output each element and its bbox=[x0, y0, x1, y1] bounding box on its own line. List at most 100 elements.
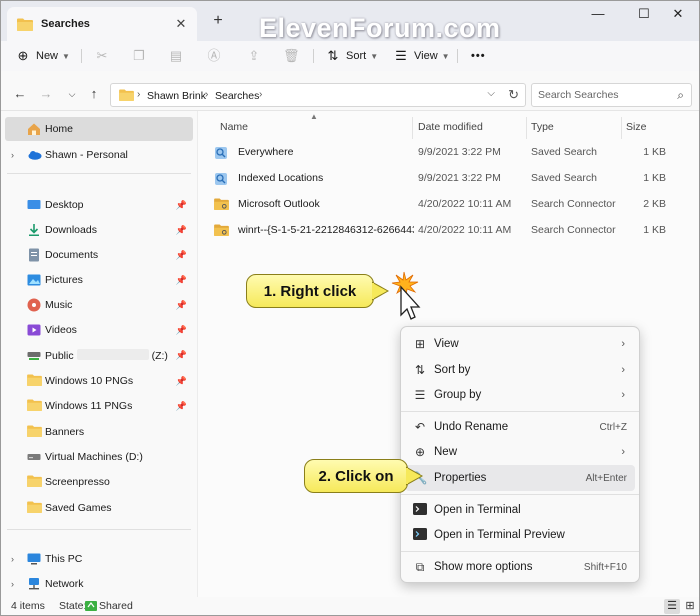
public-drive-letter: (Z:) bbox=[151, 349, 168, 362]
breadcrumb-shawn-brink[interactable]: Shawn Brink bbox=[147, 90, 206, 102]
sidebar-item-downloads[interactable]: Downloads 📌 bbox=[5, 218, 193, 242]
menu-item-new[interactable]: ⊕ New › bbox=[405, 439, 635, 465]
menu-item-group-by[interactable]: ☰ Group by › bbox=[405, 382, 635, 408]
share-button[interactable]: ⇪ bbox=[246, 46, 267, 66]
state-value: Shared bbox=[99, 600, 133, 612]
more-options-button[interactable]: ••• bbox=[471, 46, 486, 66]
download-icon bbox=[27, 223, 41, 237]
chevron-right-icon: › bbox=[259, 89, 263, 100]
column-name-label: Name bbox=[220, 121, 249, 133]
network-drive-icon bbox=[27, 348, 41, 362]
sidebar-item-videos[interactable]: Videos 📌 bbox=[5, 318, 193, 342]
sidebar-item-windows-10-pngs[interactable]: Windows 10 PNGs 📌 bbox=[5, 369, 193, 393]
chevron-down-icon[interactable]: ⌵ bbox=[487, 88, 495, 99]
menu-item-sort-label: Sort by bbox=[434, 364, 471, 376]
close-window-icon[interactable]: ✕ bbox=[655, 3, 699, 27]
folder-icon bbox=[17, 18, 33, 31]
sidebar-item-public-drive[interactable]: Public (Z:) 📌 bbox=[5, 343, 193, 367]
watermark: ElevenForum.com bbox=[259, 13, 501, 43]
pin-icon: 📌 bbox=[175, 199, 187, 210]
undo-icon: ↶ bbox=[414, 420, 426, 434]
sort-ascending-icon: ▲ bbox=[310, 112, 318, 121]
paste-button[interactable]: ▤ bbox=[168, 46, 189, 66]
video-icon bbox=[27, 323, 41, 337]
menu-item-open-terminal[interactable]: Open in Terminal bbox=[405, 497, 635, 523]
search-box[interactable]: ⌕ bbox=[531, 83, 692, 107]
menu-item-undo-rename[interactable]: ↶ Undo Rename Ctrl+Z bbox=[405, 414, 635, 440]
shortcut-label: Ctrl+Z bbox=[599, 421, 628, 433]
large-icons-view-icon[interactable]: ⊞ bbox=[682, 599, 698, 614]
sidebar-item-music[interactable]: Music 📌 bbox=[5, 293, 193, 317]
menu-item-sort-by[interactable]: ⇅ Sort by › bbox=[405, 357, 635, 383]
sidebar-item-this-pc[interactable]: › This PC bbox=[5, 547, 193, 571]
divider bbox=[457, 49, 458, 63]
recent-locations-icon[interactable]: ⌵ bbox=[63, 86, 81, 102]
sidebar-item-pictures[interactable]: Pictures 📌 bbox=[5, 268, 193, 292]
menu-item-open-terminal-preview[interactable]: Open in Terminal Preview bbox=[405, 522, 635, 548]
forward-arrow-icon[interactable]: → bbox=[37, 86, 55, 102]
search-icon: ⌕ bbox=[677, 88, 684, 102]
column-header-name[interactable]: Name bbox=[220, 121, 248, 133]
file-size: 2 KB bbox=[643, 198, 666, 210]
back-arrow-icon[interactable]: ← bbox=[11, 86, 29, 102]
sidebar-item-documents[interactable]: Documents 📌 bbox=[5, 243, 193, 267]
new-button[interactable]: ⊕ New ▼ bbox=[15, 46, 70, 66]
new-tab-button[interactable]: + bbox=[209, 12, 227, 30]
chevron-right-icon[interactable]: › bbox=[11, 579, 14, 589]
chevron-down-icon: ▼ bbox=[370, 51, 379, 61]
file-size: 1 KB bbox=[643, 224, 666, 236]
tab-searches[interactable]: Searches ✕ bbox=[7, 7, 197, 41]
column-header-type[interactable]: Type bbox=[531, 121, 554, 133]
column-header-size[interactable]: Size bbox=[626, 121, 646, 133]
saved-search-icon bbox=[214, 146, 228, 163]
close-tab-icon[interactable]: ✕ bbox=[173, 16, 189, 32]
divider bbox=[7, 529, 191, 530]
folder-icon bbox=[27, 374, 42, 388]
document-icon bbox=[27, 248, 41, 262]
file-row[interactable]: Everywhere 9/9/2021 3:22 PM Saved Search… bbox=[208, 141, 696, 165]
details-view-icon[interactable]: ☰ bbox=[664, 599, 680, 614]
file-row[interactable]: winrt--{S-1-5-21-2212846312-626644311...… bbox=[208, 219, 696, 243]
sidebar-item-banners[interactable]: Banners bbox=[5, 420, 193, 444]
refresh-icon[interactable]: ↻ bbox=[508, 87, 519, 103]
search-input[interactable] bbox=[538, 88, 668, 102]
up-arrow-icon[interactable]: ↑ bbox=[85, 86, 103, 102]
copy-button[interactable]: ❐ bbox=[131, 46, 152, 66]
address-bar[interactable]: › Shawn Brink › Searches › ⌵ ↻ bbox=[110, 83, 526, 107]
shortcut-label: Alt+Enter bbox=[585, 472, 627, 484]
divider bbox=[81, 49, 82, 63]
file-row[interactable]: Indexed Locations 9/9/2021 3:22 PM Saved… bbox=[208, 167, 696, 191]
minimize-icon[interactable]: — bbox=[575, 3, 621, 27]
menu-item-properties[interactable]: 🔧 Properties Alt+Enter bbox=[405, 465, 635, 491]
breadcrumb-searches[interactable]: Searches bbox=[215, 90, 259, 102]
rename-button[interactable]: Ⓐ bbox=[206, 46, 227, 66]
view-button[interactable]: ☰ View ▼ bbox=[393, 46, 449, 66]
delete-button[interactable]: 🗑 bbox=[283, 46, 304, 66]
file-date: 9/9/2021 3:22 PM bbox=[418, 172, 501, 184]
menu-item-undo-label: Undo Rename bbox=[434, 421, 509, 433]
sidebar-item-network[interactable]: › Network bbox=[5, 572, 193, 596]
chevron-right-icon[interactable]: › bbox=[11, 554, 14, 564]
menu-item-show-more-options[interactable]: ⧉ Show more options Shift+F10 bbox=[405, 554, 635, 580]
sort-button[interactable]: ⇅ Sort ▼ bbox=[325, 46, 379, 66]
sidebar-item-screenpresso[interactable]: Screenpresso bbox=[5, 470, 193, 494]
cut-button[interactable]: ✂ bbox=[94, 46, 115, 66]
sidebar-item-home[interactable]: Home bbox=[5, 117, 193, 141]
sidebar-item-desktop[interactable]: Desktop 📌 bbox=[5, 193, 193, 217]
file-row[interactable]: Microsoft Outlook 4/20/2022 10:11 AM Sea… bbox=[208, 193, 696, 217]
sidebar-item-saved-games[interactable]: Saved Games bbox=[5, 496, 193, 520]
status-bar: 4 items State: Shared ☰ ⊞ bbox=[1, 597, 699, 615]
sidebar-item-windows-11-pngs[interactable]: Windows 11 PNGs 📌 bbox=[5, 394, 193, 418]
sidebar-item-onedrive[interactable]: › Shawn - Personal bbox=[5, 143, 193, 167]
search-connector-icon bbox=[214, 198, 229, 213]
public-drive-name: Public bbox=[45, 349, 74, 362]
public-drive-label: Public (Z:) bbox=[45, 348, 168, 362]
menu-item-view[interactable]: ⊞ View › bbox=[405, 331, 635, 357]
search-connector-icon bbox=[214, 224, 229, 239]
divider bbox=[401, 494, 639, 495]
cloud-icon bbox=[27, 148, 42, 162]
sidebar-item-virtual-machines[interactable]: Virtual Machines (D:) bbox=[5, 445, 193, 469]
pin-icon: 📌 bbox=[175, 375, 187, 386]
chevron-right-icon[interactable]: › bbox=[11, 150, 14, 160]
column-header-date[interactable]: Date modified bbox=[418, 121, 483, 133]
